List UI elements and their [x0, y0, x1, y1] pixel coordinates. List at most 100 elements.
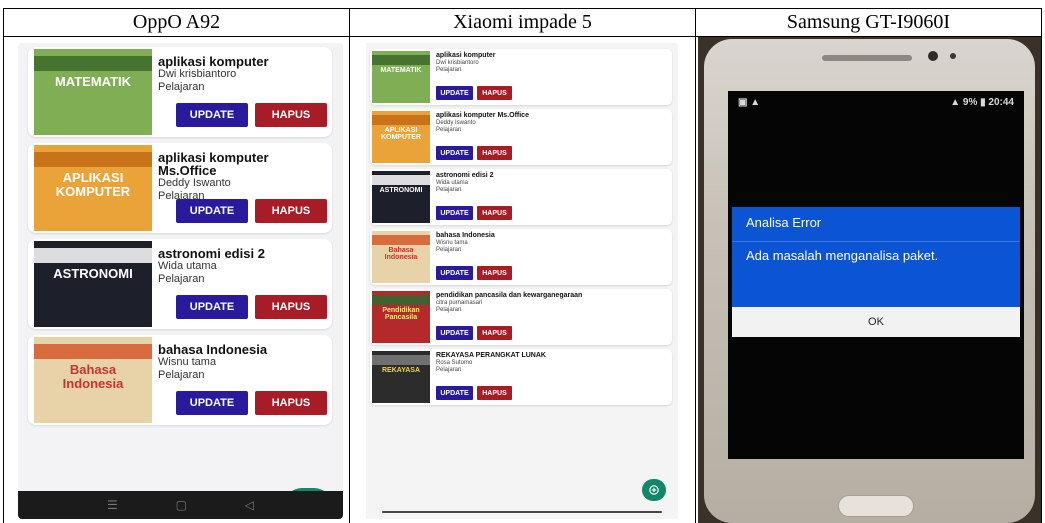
cover-band	[34, 55, 152, 72]
book-cover-image: ASTRONOMI	[34, 241, 152, 327]
cover-title: ASTRONOMI	[53, 265, 133, 281]
cover-title: Pendidikan Pancasila	[382, 306, 420, 322]
delete-button[interactable]: HAPUS	[477, 326, 512, 340]
book-category: Pelajaran	[158, 273, 205, 285]
update-button[interactable]: UPDATE	[436, 326, 473, 340]
book-cover-image: Pendidikan Pancasila	[372, 291, 430, 343]
error-dialog: Analisa Error Ada masalah menganalisa pa…	[732, 207, 1020, 341]
book-info: REKAYASA PERANGKAT LUNAK Rosa Sutomo Pelaj…	[436, 352, 668, 374]
update-button[interactable]: UPDATE	[176, 391, 248, 415]
book-author: Wisnu tama	[158, 356, 217, 368]
update-button[interactable]: UPDATE	[176, 295, 248, 319]
delete-button[interactable]: HAPUS	[477, 266, 512, 280]
book-title: REKAYASA PERANGKAT LUNAK	[436, 352, 546, 359]
book-title: pendidikan pancasila dan kewarganegaraan	[436, 292, 583, 299]
book-category: Pelajaran	[436, 187, 462, 193]
delete-button[interactable]: HAPUS	[477, 206, 512, 220]
book-title: aplikasi komputer Ms.Office	[158, 150, 269, 178]
book-card: MATEMATIK aplikasi komputer Dwi krisbianto…	[28, 47, 332, 137]
book-cover-image: MATEMATIK	[372, 51, 430, 103]
delete-button[interactable]: HAPUS	[477, 386, 512, 400]
speaker-grille	[822, 55, 912, 61]
book-cover-image: Bahasa Indonesia	[34, 337, 152, 423]
update-button[interactable]: UPDATE	[176, 103, 248, 127]
book-author: Wida utama	[158, 260, 217, 272]
book-category: Pelajaran	[436, 307, 462, 313]
cover-band	[34, 247, 152, 264]
home-button[interactable]	[838, 495, 914, 517]
book-category: Pelajaran	[158, 369, 205, 381]
book-category: Pelajaran	[436, 247, 462, 253]
book-title: astronomi edisi 2	[158, 246, 265, 261]
book-info: aplikasi komputer Dwi krisbiantoro Pelajar…	[158, 55, 328, 94]
home-nav-icon[interactable]: ▢	[176, 498, 187, 512]
update-button[interactable]: UPDATE	[436, 266, 473, 280]
book-info: aplikasi komputer Ms.Office Deddy Iswanto…	[158, 151, 328, 203]
update-button[interactable]: UPDATE	[436, 206, 473, 220]
book-category: Pelajaran	[436, 367, 462, 373]
book-title: astronomi edisi 2	[436, 172, 494, 179]
notification-icon: ▣ ▲	[738, 96, 761, 108]
delete-button[interactable]: HAPUS	[255, 295, 327, 319]
book-info: aplikasi komputer Ms.Office Deddy Iswanto…	[436, 112, 668, 134]
phone-bezel: ▣ ▲ ▲ 9% ▮ 20:44 Analisa Error Ada masal…	[704, 39, 1035, 523]
book-title: aplikasi komputer Ms.Office	[436, 112, 529, 119]
samsung-photo: ▣ ▲ ▲ 9% ▮ 20:44 Analisa Error Ada masal…	[698, 37, 1041, 523]
update-button[interactable]: UPDATE	[176, 199, 248, 223]
menu-nav-icon[interactable]: ☰	[107, 498, 118, 512]
dialog-title: Analisa Error	[732, 207, 1020, 241]
book-card: MATEMATIK aplikasi komputer Dwi krisbianto…	[370, 49, 672, 105]
cover-band	[34, 151, 152, 168]
book-category: Pelajaran	[158, 81, 205, 93]
cover-band	[372, 55, 430, 65]
book-cover-image: MATEMATIK	[34, 49, 152, 135]
book-author: Rosa Sutomo	[436, 360, 473, 366]
book-info: astronomi edisi 2 Wida utama Pelajaran	[158, 247, 328, 286]
column-header-xiaomi: Xiaomi impade 5	[349, 8, 696, 37]
book-card: ASTRONOMI astronomi edisi 2 Wida utama Pela…	[28, 239, 332, 329]
header-row: OppO A92 Xiaomi impade 5 Samsung GT-I906…	[3, 8, 1042, 37]
status-right: ▲ 9% ▮ 20:44	[950, 97, 1014, 108]
book-info: bahasa Indonesia Wisnu tama Pelajaran	[158, 343, 328, 382]
book-info: bahasa Indonesia Wisnu tama Pelajaran	[436, 232, 668, 254]
add-book-fab[interactable]	[642, 479, 666, 501]
book-author: Deddy Iswanto	[436, 120, 476, 126]
ok-button[interactable]: OK	[732, 307, 1020, 337]
battery-icon: ▮	[980, 96, 986, 108]
book-author: citra purnamasari	[436, 300, 483, 306]
book-card: REKAYASA REKAYASA PERANGKAT LUNAK Rosa Sut…	[370, 349, 672, 405]
update-button[interactable]: UPDATE	[436, 146, 473, 160]
cover-title: MATEMATIK	[54, 73, 132, 89]
update-button[interactable]: UPDATE	[436, 386, 473, 400]
delete-button[interactable]: HAPUS	[255, 199, 327, 223]
delete-button[interactable]: HAPUS	[255, 103, 327, 127]
cover-band	[372, 235, 430, 245]
cover-band	[372, 175, 430, 185]
book-author: Wisnu tama	[436, 240, 468, 246]
cover-band	[372, 295, 430, 305]
delete-button[interactable]: HAPUS	[477, 86, 512, 100]
book-author: Wida utama	[436, 180, 469, 186]
book-author: Dwi krisbiantoro	[158, 68, 237, 80]
book-card: APLIKASI KOMPUTER aplikasi komputer Ms.Of…	[28, 143, 332, 233]
cover-band	[372, 355, 430, 365]
delete-button[interactable]: HAPUS	[477, 146, 512, 160]
book-title: bahasa Indonesia	[158, 342, 268, 357]
book-category: Pelajaran	[436, 67, 462, 73]
cover-band	[372, 115, 430, 125]
column-header-samsung: Samsung GT-I9060I	[695, 8, 1042, 37]
oppo-cell: MATEMATIK aplikasi komputer Dwi krisbianto…	[3, 36, 350, 523]
book-author: Deddy Iswanto	[158, 177, 231, 189]
book-cover-image: APLIKASI KOMPUTER	[34, 145, 152, 231]
book-cover-image: ASTRONOMI	[372, 171, 430, 223]
gesture-home-bar[interactable]	[382, 511, 662, 513]
book-cover-image: Bahasa Indonesia	[372, 231, 430, 283]
back-nav-icon[interactable]: ◁	[245, 498, 254, 512]
column-header-oppo: OppO A92	[3, 8, 350, 37]
book-card: ASTRONOMI astronomi edisi 2 Wida utama Pela…	[370, 169, 672, 225]
signal-icon: ▲	[950, 96, 961, 108]
cover-title: ASTRONOMI	[379, 186, 423, 194]
delete-button[interactable]: HAPUS	[255, 391, 327, 415]
update-button[interactable]: UPDATE	[436, 86, 473, 100]
android-nav-bar: ☰ ▢ ◁	[18, 491, 343, 519]
